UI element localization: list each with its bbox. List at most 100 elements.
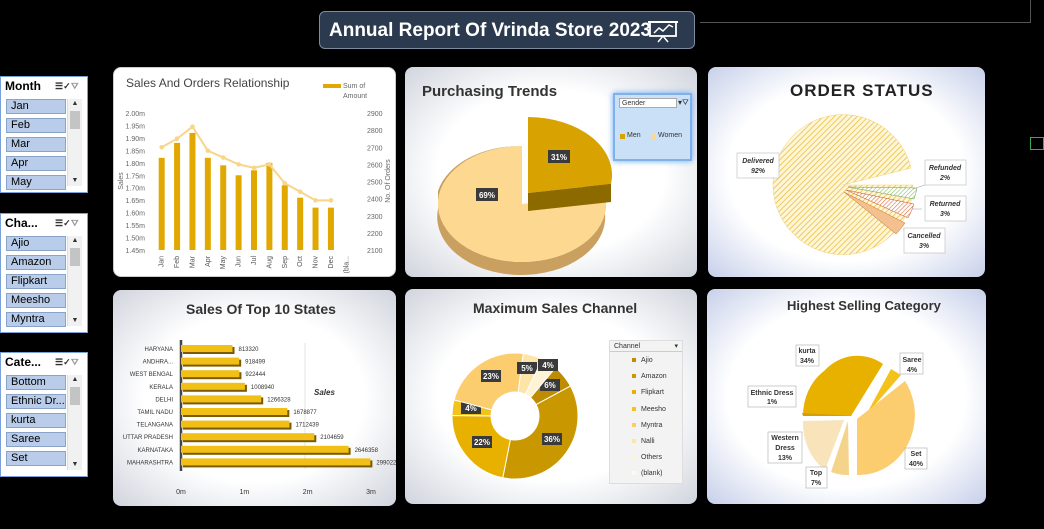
slicer-item[interactable]: Amazon [6,255,66,270]
slicer-item[interactable]: Apr [6,156,66,171]
slicer-item[interactable]: Set [6,451,66,466]
scroll-up-icon[interactable]: ▲ [68,375,82,385]
line-point[interactable] [236,162,241,167]
bar[interactable] [158,157,165,250]
line-point[interactable] [328,198,334,203]
label-cancelled-pct: 3% [919,243,930,250]
bar[interactable] [181,370,240,378]
bar[interactable] [297,197,304,250]
slicer-item[interactable]: kurta [6,413,66,428]
multi-select-icon[interactable]: ☰✓ [55,218,71,228]
bar[interactable] [181,408,288,415]
scroll-down-icon[interactable]: ▼ [68,176,82,186]
bar[interactable] [181,445,349,453]
dropdown-arrow-icon[interactable]: ▾ [674,341,678,352]
clear-filter-icon[interactable]: ⛛ [71,81,82,91]
slicer-title: Cate... [5,355,42,369]
line-point[interactable] [267,162,272,167]
line-point[interactable] [251,165,257,171]
line-point[interactable] [205,148,211,153]
scroll-up-icon[interactable]: ▲ [68,99,82,109]
data-label-men: 31% [551,153,567,162]
pie-slice-men[interactable] [528,117,613,193]
slicer-scrollbar[interactable]: ▲ ▼ [67,99,82,186]
selected-cell[interactable] [1030,137,1044,150]
data-label: 2646358 [355,448,379,454]
slicer-item[interactable]: Bottom [6,375,66,390]
filter-funnel-icon[interactable]: ▾⛛ [678,98,689,108]
slicer-scrollbar[interactable]: ▲ ▼ [67,375,82,470]
bar[interactable] [312,207,319,250]
slicer-item[interactable]: Meesho [6,293,66,308]
scroll-down-icon[interactable]: ▼ [68,316,82,326]
clear-filter-icon[interactable]: ⛛ [71,357,82,367]
bar[interactable] [181,458,371,466]
line-point[interactable] [282,180,288,186]
line-point[interactable] [220,155,226,160]
slicer-item[interactable]: Mar [6,137,66,152]
line-point[interactable] [159,144,164,150]
bar[interactable] [189,132,196,250]
orders-line[interactable] [161,125,331,202]
data-label: 22% [474,438,490,447]
legend-label-women: Women [658,132,682,139]
multi-select-icon[interactable]: ☰✓ [55,357,71,367]
scroll-thumb[interactable] [70,248,80,266]
bar[interactable] [281,185,288,250]
multi-select-icon[interactable]: ☰✓ [55,81,71,91]
legend-item[interactable]: Amazon [632,373,667,380]
label-saree: Saree [902,357,921,364]
bar[interactable] [181,395,262,403]
line-point[interactable] [174,136,180,141]
bar[interactable] [181,345,233,352]
bar[interactable] [251,170,257,250]
category-pie-chart[interactable]: kurta 34% Saree 4% Set 40% Top 7% Wester… [707,289,986,504]
legend-item[interactable]: Myntra [632,422,662,429]
bar[interactable] [220,165,227,250]
bar[interactable] [235,175,242,250]
order-status-pie-chart[interactable]: Delivered 92% Refunded 2% Returned 3% Ca… [708,67,985,277]
bar[interactable] [174,142,181,250]
legend-field-button[interactable]: Channel ▾ [610,341,682,352]
legend-label: Ajio [641,357,653,364]
top-states-bar-chart[interactable]: HARYANA 813320 ANDHRA... 918499 WEST BENGAL 9… [113,290,396,506]
bar[interactable] [266,162,273,250]
legend-item[interactable]: (blank) [632,470,662,477]
bar[interactable] [181,357,240,365]
slicer-scrollbar[interactable]: ▲ ▼ [67,236,82,326]
bar[interactable] [327,207,334,250]
gender-legend-filter[interactable]: Gender ▾⛛ Men Women [613,93,692,161]
slicer-item[interactable]: Feb [6,118,66,133]
slicer-item[interactable]: Ethnic Dr... [6,394,66,409]
legend-item[interactable]: Others [632,454,662,461]
clear-filter-icon[interactable]: ⛛ [71,218,82,228]
bar[interactable] [181,382,245,390]
line-point[interactable] [297,189,303,195]
slicer-item[interactable]: Myntra [6,312,66,327]
scroll-thumb[interactable] [70,111,80,129]
slicer-item[interactable]: Saree [6,432,66,447]
scroll-thumb[interactable] [70,387,80,405]
scroll-up-icon[interactable]: ▲ [68,236,82,246]
bar[interactable] [181,433,315,441]
legend-item[interactable]: Nalli [632,438,655,445]
sales-orders-chart[interactable]: 1.45m 1.50m 1.55m 1.60m 1.65m 1.70m 1.75m 1.80m… [114,68,396,277]
line-point[interactable] [190,124,195,129]
slicer-item[interactable]: May [6,175,66,190]
bar[interactable] [204,157,211,250]
pie-slice-delivered[interactable] [772,114,914,255]
channel-legend[interactable]: Channel ▾ Ajio Amazon Flipkart Meesho Myntra N… [609,340,683,484]
channel-slicer: Cha... ☰✓ ⛛ Ajio Amazon Flipkart Meesho Myntra ▲… [0,213,88,333]
legend-item[interactable]: Meesho [632,406,666,413]
slicer-item[interactable]: Jan [6,99,66,114]
bar[interactable] [181,420,290,428]
scroll-down-icon[interactable]: ▼ [68,460,82,470]
legend-item[interactable]: Flipkart [632,389,664,396]
x-tick-label: Oct [297,256,304,267]
line-point[interactable] [313,198,318,203]
legend-field-button[interactable]: Gender [619,98,677,108]
legend-item[interactable]: Ajio [632,357,653,364]
slicer-item[interactable]: Flipkart [6,274,66,289]
slicer-item[interactable]: Ajio [6,236,66,251]
legend-label: Others [641,454,663,462]
